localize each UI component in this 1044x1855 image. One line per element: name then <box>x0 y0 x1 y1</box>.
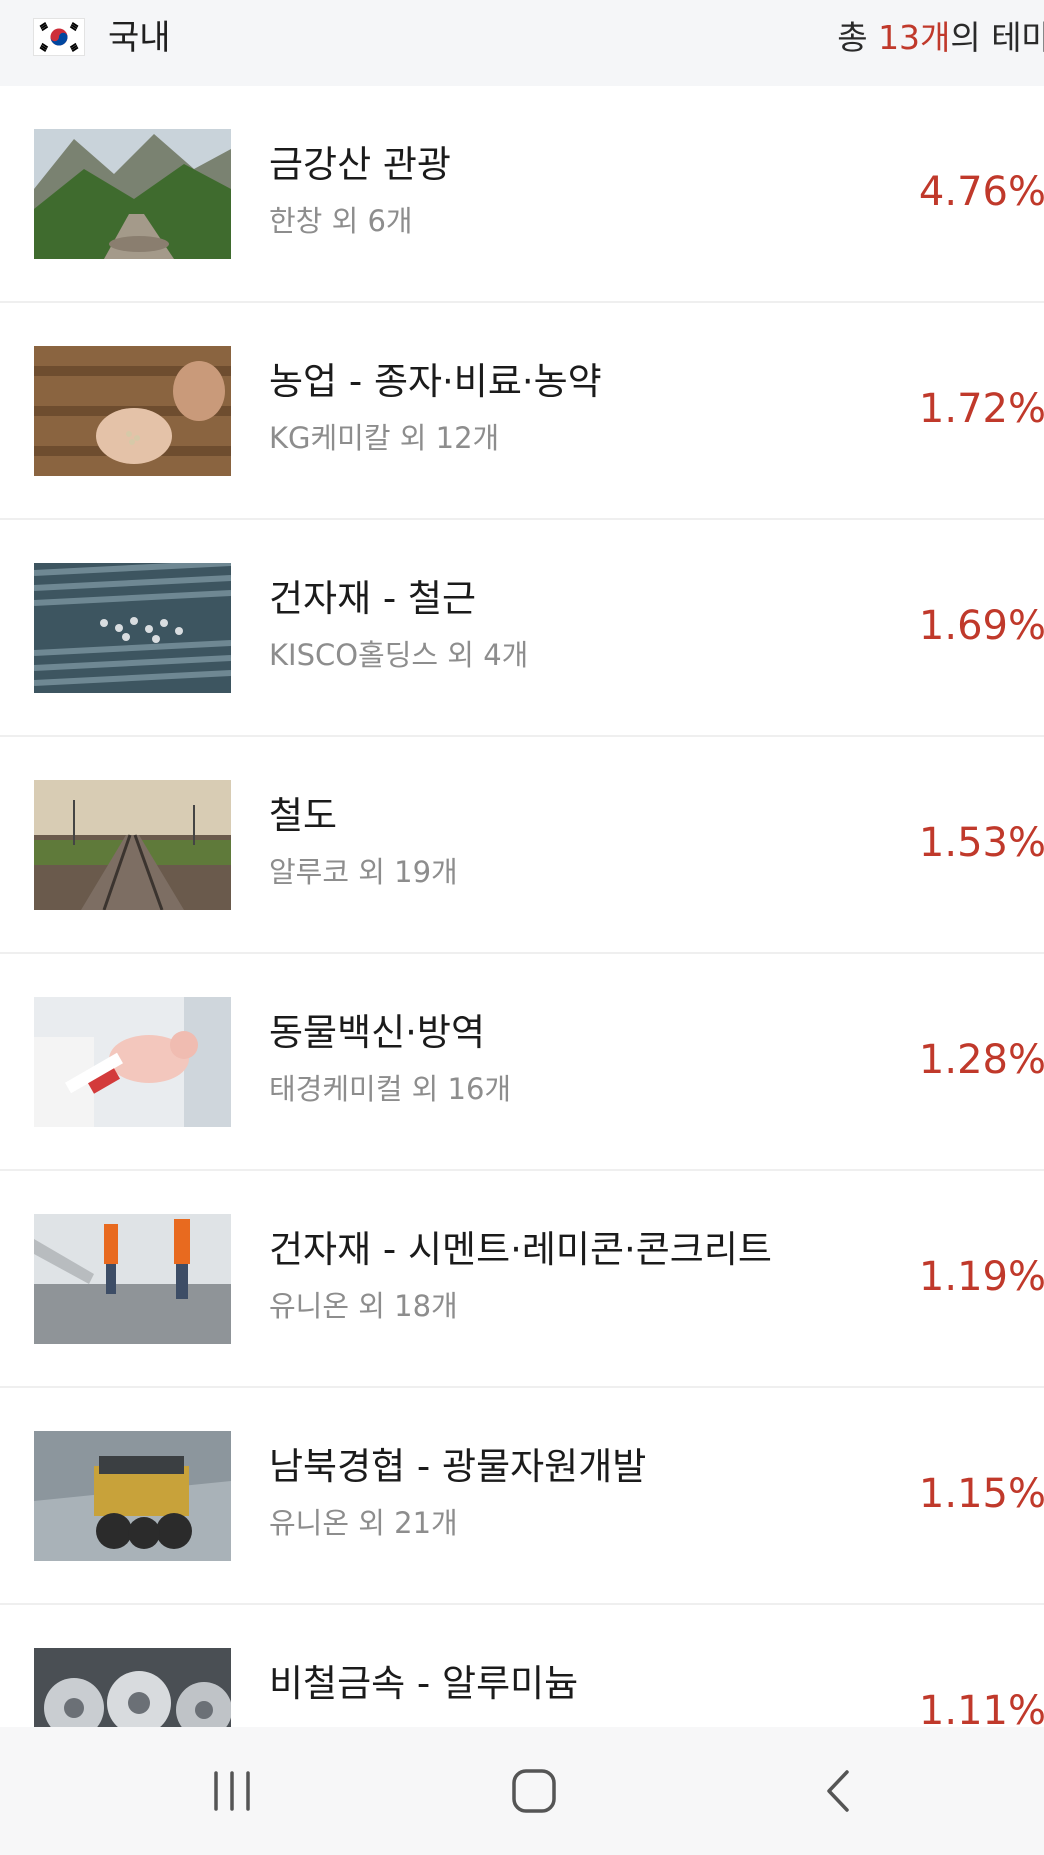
theme-row[interactable]: 건자재 - 시멘트·레미콘·콘크리트 유니온 외 18개 1.19% <box>0 1171 1044 1388</box>
theme-stocks: 한창 외 6개 <box>269 204 413 238</box>
home-icon <box>511 1768 557 1814</box>
back-icon <box>823 1769 853 1813</box>
theme-title: 농업 - 종자·비료·농약 <box>269 360 602 403</box>
theme-stocks: 유니온 외 18개 <box>269 1289 458 1323</box>
theme-row[interactable]: 금강산 관광 한창 외 6개 4.76% <box>0 86 1044 303</box>
theme-title: 동물백신·방역 <box>269 1011 486 1054</box>
theme-title: 금강산 관광 <box>269 143 451 186</box>
mountain-valley-photo <box>34 129 231 259</box>
theme-row[interactable]: 남북경협 - 광물자원개발 유니온 외 21개 1.15% <box>0 1388 1044 1605</box>
theme-row[interactable]: 농업 - 종자·비료·농약 KG케미칼 외 12개 1.72% <box>0 303 1044 520</box>
theme-title: 건자재 - 시멘트·레미콘·콘크리트 <box>269 1228 772 1271</box>
total-suffix: 의 테마 <box>950 18 1044 57</box>
theme-list: 금강산 관광 한창 외 6개 4.76% 농업 - 종자·비료·농약 KG케미칼… <box>0 86 1044 1822</box>
theme-change-rate: 1.69% <box>918 603 1044 649</box>
korea-flag-icon <box>33 18 85 56</box>
list-header: 국내 총 13개의 테마 <box>0 0 1044 86</box>
theme-change-rate: 1.28% <box>918 1037 1044 1083</box>
theme-title: 철도 <box>269 794 338 837</box>
theme-change-rate: 1.72% <box>918 386 1044 432</box>
theme-change-rate: 4.76% <box>918 169 1044 215</box>
total-count: 13개 <box>878 18 951 57</box>
mining-truck-photo <box>34 1431 231 1561</box>
theme-stocks: 태경케미컬 외 16개 <box>269 1072 512 1106</box>
home-button[interactable] <box>474 1727 594 1855</box>
theme-change-rate: 1.15% <box>918 1471 1044 1517</box>
back-button[interactable] <box>778 1727 898 1855</box>
theme-stocks: KISCO홀딩스 외 4개 <box>269 638 529 672</box>
concrete-workers-photo <box>34 1214 231 1344</box>
theme-stocks: KG케미칼 외 12개 <box>269 421 500 455</box>
system-navigation-bar <box>0 1727 1044 1855</box>
theme-title: 남북경협 - 광물자원개발 <box>269 1445 647 1488</box>
theme-stocks: 알루코 외 19개 <box>269 855 458 889</box>
theme-stocks: 유니온 외 21개 <box>269 1506 458 1540</box>
theme-title: 비철금속 - 알루미늄 <box>269 1662 579 1705</box>
recent-apps-button[interactable] <box>172 1727 292 1855</box>
rebar-bundle-photo <box>34 563 231 693</box>
theme-change-rate: 1.53% <box>918 820 1044 866</box>
seeds-in-hand-photo <box>34 346 231 476</box>
theme-row[interactable]: 동물백신·방역 태경케미컬 외 16개 1.28% <box>0 954 1044 1171</box>
theme-title: 건자재 - 철근 <box>269 577 477 620</box>
total-prefix: 총 <box>837 18 879 57</box>
piglet-vaccine-photo <box>34 997 231 1127</box>
theme-row[interactable]: 건자재 - 철근 KISCO홀딩스 외 4개 1.69% <box>0 520 1044 737</box>
theme-row[interactable]: 철도 알루코 외 19개 1.53% <box>0 737 1044 954</box>
theme-change-rate: 1.19% <box>918 1254 1044 1300</box>
region-label[interactable]: 국내 <box>108 17 171 59</box>
railway-track-photo <box>34 780 231 910</box>
recent-apps-icon <box>210 1771 254 1811</box>
total-theme-count: 총 13개의 테마 <box>837 17 1044 59</box>
